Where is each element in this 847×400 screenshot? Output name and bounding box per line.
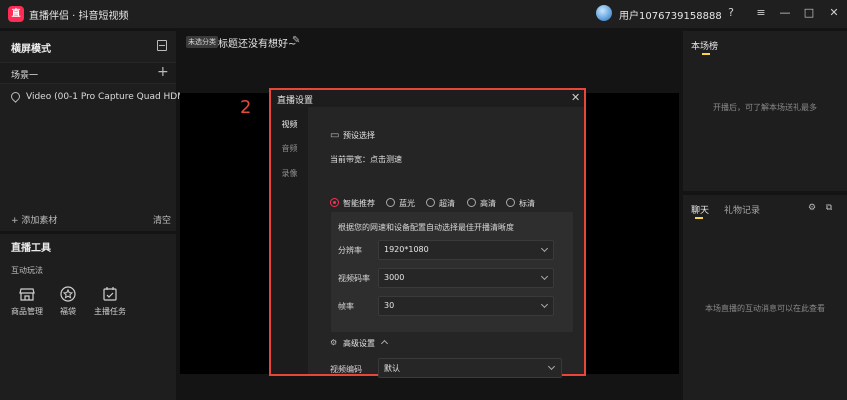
resolution-select[interactable]: 1920*1080 — [378, 240, 554, 260]
tool-label: 商品管理 — [11, 307, 43, 316]
edit-icon[interactable]: ✎ — [292, 35, 300, 46]
radio-selected-icon — [330, 198, 339, 207]
tool-label: 主播任务 — [94, 307, 126, 316]
framerate-select[interactable]: 30 — [378, 296, 554, 316]
chevron-down-icon — [540, 244, 549, 253]
interactive-section-label: 互动玩法 — [11, 266, 43, 275]
chevron-up-icon — [380, 339, 389, 348]
live-tools-panel: 直播工具 互动玩法 商品管理 福袋 主播任务 — [0, 234, 176, 400]
dialog-header: 直播设置 ✕ — [271, 90, 584, 107]
tab-audio[interactable]: 音频 — [271, 143, 308, 154]
settings-body: ▭ 预设选择 当前带宽：点击测速 智能推荐 蓝光 超清 高清 标清 根据您的网速… — [308, 107, 584, 378]
category-badge[interactable]: 未选分类 — [186, 36, 218, 48]
bandwidth-text[interactable]: 当前带宽：点击测速 — [330, 154, 402, 165]
orientation-title: 横屏模式 — [11, 44, 51, 55]
chevron-down-icon — [540, 300, 549, 309]
settings-side-nav: 视频 音频 录像 — [271, 107, 308, 374]
tab-video[interactable]: 视频 — [271, 119, 308, 130]
calendar-check-icon — [103, 287, 117, 301]
rank-title[interactable]: 本场榜 — [691, 39, 718, 52]
chevron-down-icon — [540, 272, 549, 281]
chat-panel: 聊天 礼物记录 ⚙ ⧉ 本场直播的互动消息可以在此查看 — [683, 195, 847, 400]
settings-icon[interactable]: ⚙ — [807, 203, 817, 213]
parameter-box: 根据您的网速和设备配置自动选择最佳开播清晰度 分辨率 1920*1080 视频码… — [331, 212, 573, 332]
lucky-bag-button[interactable]: 福袋 — [46, 286, 90, 322]
menu-icon[interactable]: ≡ — [754, 6, 768, 20]
tab-underline — [702, 53, 710, 55]
close-icon[interactable]: ✕ — [571, 91, 580, 104]
popout-icon[interactable]: ⧉ — [824, 203, 834, 213]
tab-underline — [695, 217, 703, 219]
tool-label: 福袋 — [60, 307, 76, 316]
preset-label: 蓝光 — [399, 199, 415, 208]
settings-gear-icon: ⚙ — [330, 338, 338, 347]
tab-scene-1[interactable]: 场景一 — [11, 68, 38, 81]
layout-switch-icon[interactable] — [157, 40, 167, 51]
advanced-label: 高级设置 — [343, 339, 375, 348]
radio-icon — [467, 198, 476, 207]
bitrate-select[interactable]: 3000 — [378, 268, 554, 288]
dialog-title: 直播设置 — [277, 96, 314, 106]
encoder-label: 视频编码 — [330, 365, 362, 374]
select-value: 默认 — [384, 364, 400, 373]
source-label: Video (00-1 Pro Capture Quad HDMI) — [26, 92, 192, 102]
preset-label: 标清 — [519, 199, 535, 208]
encoder-select[interactable]: 默认 — [378, 358, 562, 378]
resolution-label: 分辨率 — [338, 246, 362, 255]
app-title: 直播伴侣 · 抖音短视频 — [29, 11, 129, 22]
chat-empty-text: 本场直播的互动消息可以在此查看 — [705, 304, 825, 313]
rank-empty-text: 开播后，可了解本场送礼最多 — [713, 103, 817, 112]
user-name[interactable]: 用户1076739158888 — [619, 7, 722, 22]
select-value: 30 — [384, 301, 395, 310]
select-value: 3000 — [384, 273, 405, 282]
clear-button[interactable]: 清空 — [153, 213, 171, 226]
minimize-icon[interactable]: — — [778, 6, 792, 20]
source-item[interactable]: Video (00-1 Pro Capture Quad HDMI) — [9, 90, 191, 105]
location-pin-icon — [9, 90, 22, 103]
live-tools-title: 直播工具 — [11, 243, 51, 254]
scene-panel: 横屏模式 场景一 + Video (00-1 Pro Capture Quad … — [0, 31, 191, 231]
anchor-task-button[interactable]: 主播任务 — [88, 286, 132, 322]
app-logo: 直 — [8, 6, 24, 22]
tab-recording[interactable]: 录像 — [271, 168, 308, 179]
radio-icon — [426, 198, 435, 207]
live-settings-dialog: 直播设置 ✕ 视频 音频 录像 ▭ 预设选择 当前带宽：点击测速 智能推荐 蓝光… — [269, 88, 586, 378]
radio-icon — [386, 198, 395, 207]
monitor-icon: ▭ — [330, 130, 340, 141]
stream-title[interactable]: 标题还没有想好~ — [218, 35, 296, 50]
tab-gift-records[interactable]: 礼物记录 — [724, 203, 760, 216]
star-badge-icon — [60, 286, 76, 302]
auto-hint: 根据您的网速和设备配置自动选择最佳开播清晰度 — [338, 223, 514, 232]
advanced-settings-toggle[interactable]: ⚙ 高级设置 — [330, 338, 400, 350]
add-material-button[interactable]: + 添加素材 — [11, 213, 57, 226]
tab-chat[interactable]: 聊天 — [691, 203, 709, 216]
avatar[interactable] — [596, 5, 612, 21]
store-icon — [19, 288, 35, 301]
select-value: 1920*1080 — [384, 245, 429, 254]
maximize-icon[interactable]: □ — [802, 6, 816, 20]
preset-section-title: 预设选择 — [343, 131, 375, 140]
stream-title-bar: 未选分类 标题还没有想好~ ✎ — [180, 31, 679, 53]
framerate-label: 帧率 — [338, 302, 354, 311]
close-window-icon[interactable]: ✕ — [827, 6, 841, 20]
preview-top-area — [180, 53, 679, 93]
bitrate-label: 视频码率 — [338, 274, 370, 283]
add-scene-icon[interactable]: + — [157, 64, 169, 80]
title-bar: 直 直播伴侣 · 抖音短视频 用户1076739158888 ? ≡ — □ ✕ — [0, 0, 847, 28]
chevron-down-icon — [547, 362, 556, 371]
product-management-button[interactable]: 商品管理 — [5, 286, 49, 322]
annotation-step-number: 2 — [240, 97, 252, 118]
preset-label: 高清 — [480, 199, 496, 208]
help-icon[interactable]: ? — [724, 6, 738, 20]
radio-icon — [506, 198, 515, 207]
scene-tab-bar: 场景一 + — [0, 62, 176, 84]
preset-label: 超清 — [439, 199, 455, 208]
preset-label: 智能推荐 — [343, 199, 375, 208]
ranking-panel: 本场榜 开播后，可了解本场送礼最多 — [683, 31, 847, 191]
